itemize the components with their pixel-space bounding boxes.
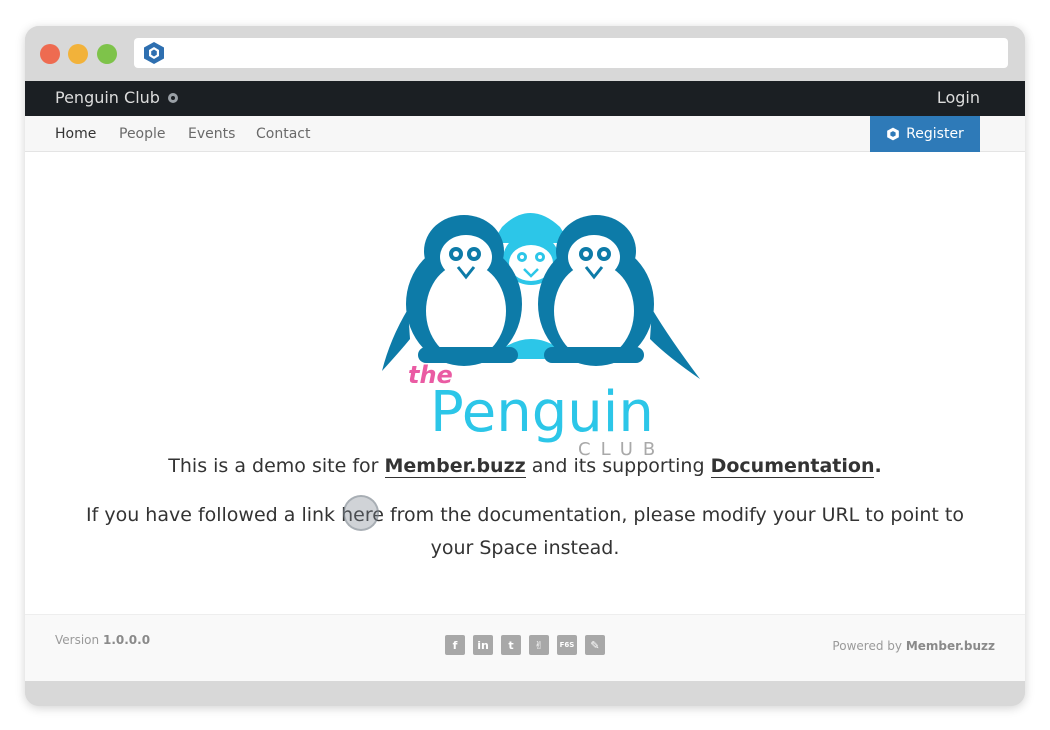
web-page: Penguin Club Login Home People Events Co… [25, 81, 1025, 681]
vine-icon[interactable]: ✌ [529, 635, 549, 655]
linkedin-icon[interactable]: in [473, 635, 493, 655]
powered-by-label: Powered by [832, 639, 902, 653]
instruction-paragraph: If you have followed a link here from th… [86, 504, 964, 559]
site-hexagon-icon [144, 42, 164, 64]
powered-by: Powered by Member.buzz [832, 639, 995, 653]
documentation-link[interactable]: Documentation [710, 455, 875, 478]
login-link[interactable]: Login [937, 88, 980, 107]
browser-bottom-bar [25, 681, 1025, 706]
nav-item-contact[interactable]: Contact [256, 126, 310, 142]
intro-text-suffix: . [874, 455, 882, 477]
logo-penguin-text: Penguin [430, 380, 654, 445]
top-bar: Penguin Club Login [25, 81, 1025, 116]
intro-text-middle: and its supporting [525, 455, 711, 477]
click-cursor-indicator [343, 495, 379, 531]
right-penguin-icon [538, 215, 700, 379]
intro-paragraph: This is a demo site for Member.buzz and … [25, 455, 1025, 478]
version-label: Version [55, 633, 100, 647]
penguin-club-logo: the Penguin CLUB [382, 213, 700, 459]
address-bar[interactable] [134, 38, 1008, 68]
browser-window: Penguin Club Login Home People Events Co… [25, 26, 1025, 706]
facebook-icon[interactable]: f [445, 635, 465, 655]
register-label: Register [906, 126, 964, 142]
brand-dropdown-icon[interactable] [168, 93, 178, 103]
main-navigation: Home People Events Contact Register [25, 116, 1025, 152]
left-penguin-icon [382, 215, 522, 371]
minimize-window-button[interactable] [68, 44, 88, 64]
nav-item-people[interactable]: People [119, 126, 166, 142]
register-button[interactable]: Register [870, 116, 980, 152]
powered-by-link[interactable]: Member.buzz [906, 639, 995, 653]
f6s-icon[interactable]: F6S [557, 635, 577, 655]
feather-icon[interactable]: ✎ [585, 635, 605, 655]
nav-item-home[interactable]: Home [55, 126, 96, 142]
member-buzz-link[interactable]: Member.buzz [384, 455, 526, 478]
browser-chrome [25, 26, 1025, 81]
intro-text-prefix: This is a demo site for [168, 455, 385, 477]
version-value: 1.0.0.0 [102, 633, 151, 647]
maximize-window-button[interactable] [97, 44, 117, 64]
close-window-button[interactable] [40, 44, 60, 64]
nav-item-events[interactable]: Events [188, 126, 235, 142]
version-info: Version 1.0.0.0 [55, 633, 150, 647]
twitter-icon[interactable]: t [501, 635, 521, 655]
social-links: f in t ✌ F6S ✎ [445, 635, 605, 655]
site-brand-link[interactable]: Penguin Club [55, 88, 160, 107]
hexagon-icon [887, 127, 900, 141]
page-footer: Version 1.0.0.0 f in t ✌ F6S ✎ Powered b… [25, 614, 1025, 681]
